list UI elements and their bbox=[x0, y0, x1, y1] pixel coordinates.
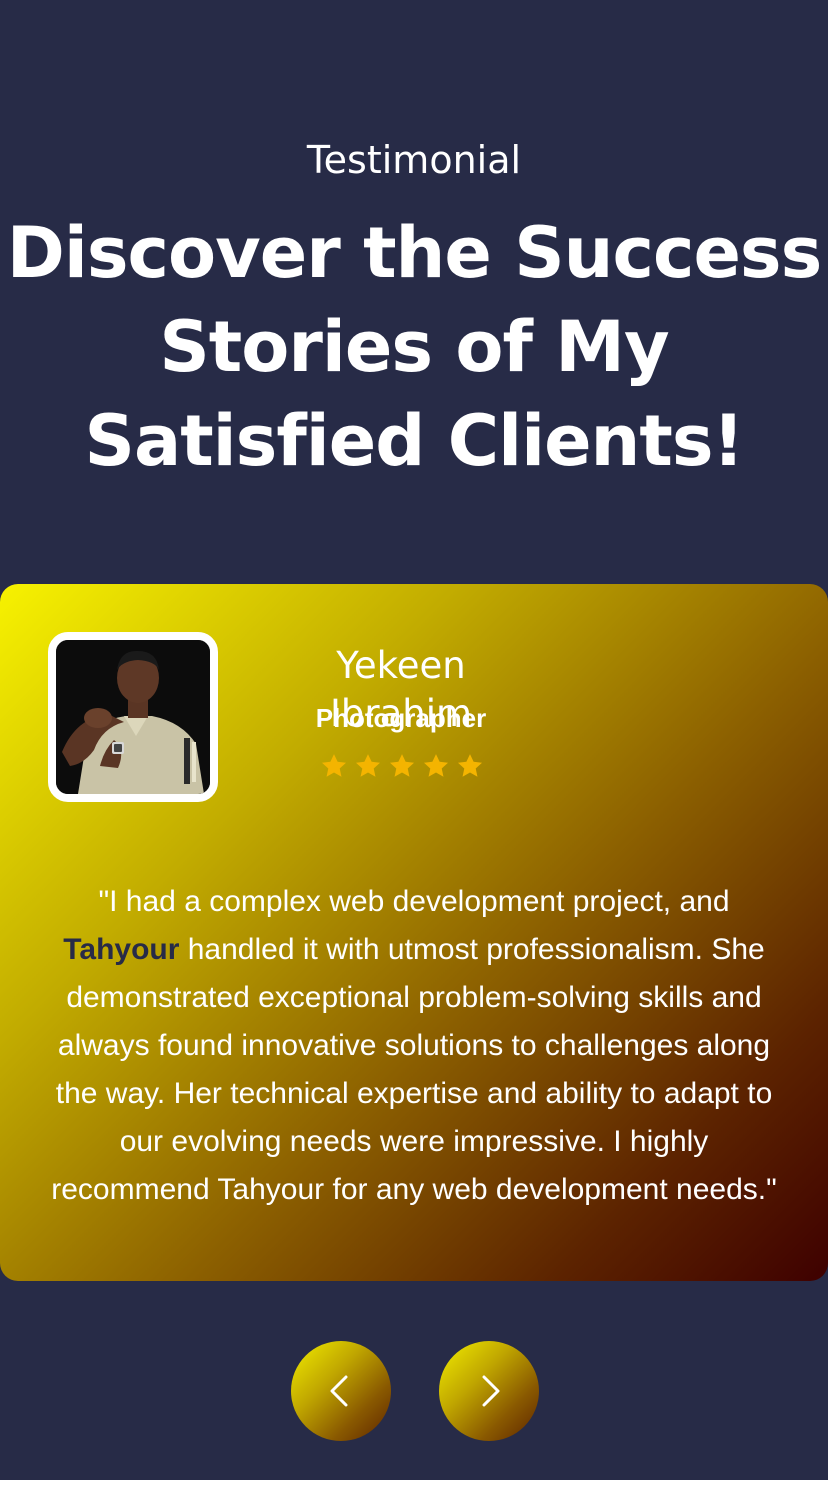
headline-line-3: Satisfied Clients! bbox=[84, 400, 745, 482]
previous-button[interactable] bbox=[291, 1341, 391, 1441]
quote-text-start: "I had a complex web development project… bbox=[98, 885, 730, 918]
quote-highlight: Tahyour bbox=[63, 933, 180, 966]
headline-line-2: Stories of My bbox=[159, 306, 669, 388]
chevron-right-icon bbox=[482, 1375, 500, 1407]
testimonial-section: Testimonial Discover the Success Stories… bbox=[0, 0, 828, 1480]
star-icon bbox=[355, 754, 381, 777]
testimonial-card: Yekeen Ibrahim Photographer "I had a com… bbox=[0, 584, 828, 1281]
testimonial-quote: "I had a complex web development project… bbox=[40, 878, 788, 1214]
rating-stars bbox=[320, 752, 484, 782]
star-icon bbox=[321, 754, 347, 777]
client-role: Photographer bbox=[315, 703, 487, 733]
next-button[interactable] bbox=[439, 1341, 539, 1441]
star-icon bbox=[389, 754, 415, 777]
star-icon bbox=[457, 754, 483, 777]
headline-line-1: Discover the Success bbox=[6, 212, 823, 294]
star-icon bbox=[423, 754, 449, 777]
avatar bbox=[48, 632, 218, 802]
chevron-left-icon bbox=[330, 1375, 348, 1407]
quote-text-end: handled it with utmost professionalism. … bbox=[51, 933, 777, 1206]
section-headline: Discover the Success Stories of My Satis… bbox=[0, 206, 828, 488]
section-eyebrow: Testimonial bbox=[306, 138, 522, 182]
client-photo bbox=[56, 640, 210, 794]
